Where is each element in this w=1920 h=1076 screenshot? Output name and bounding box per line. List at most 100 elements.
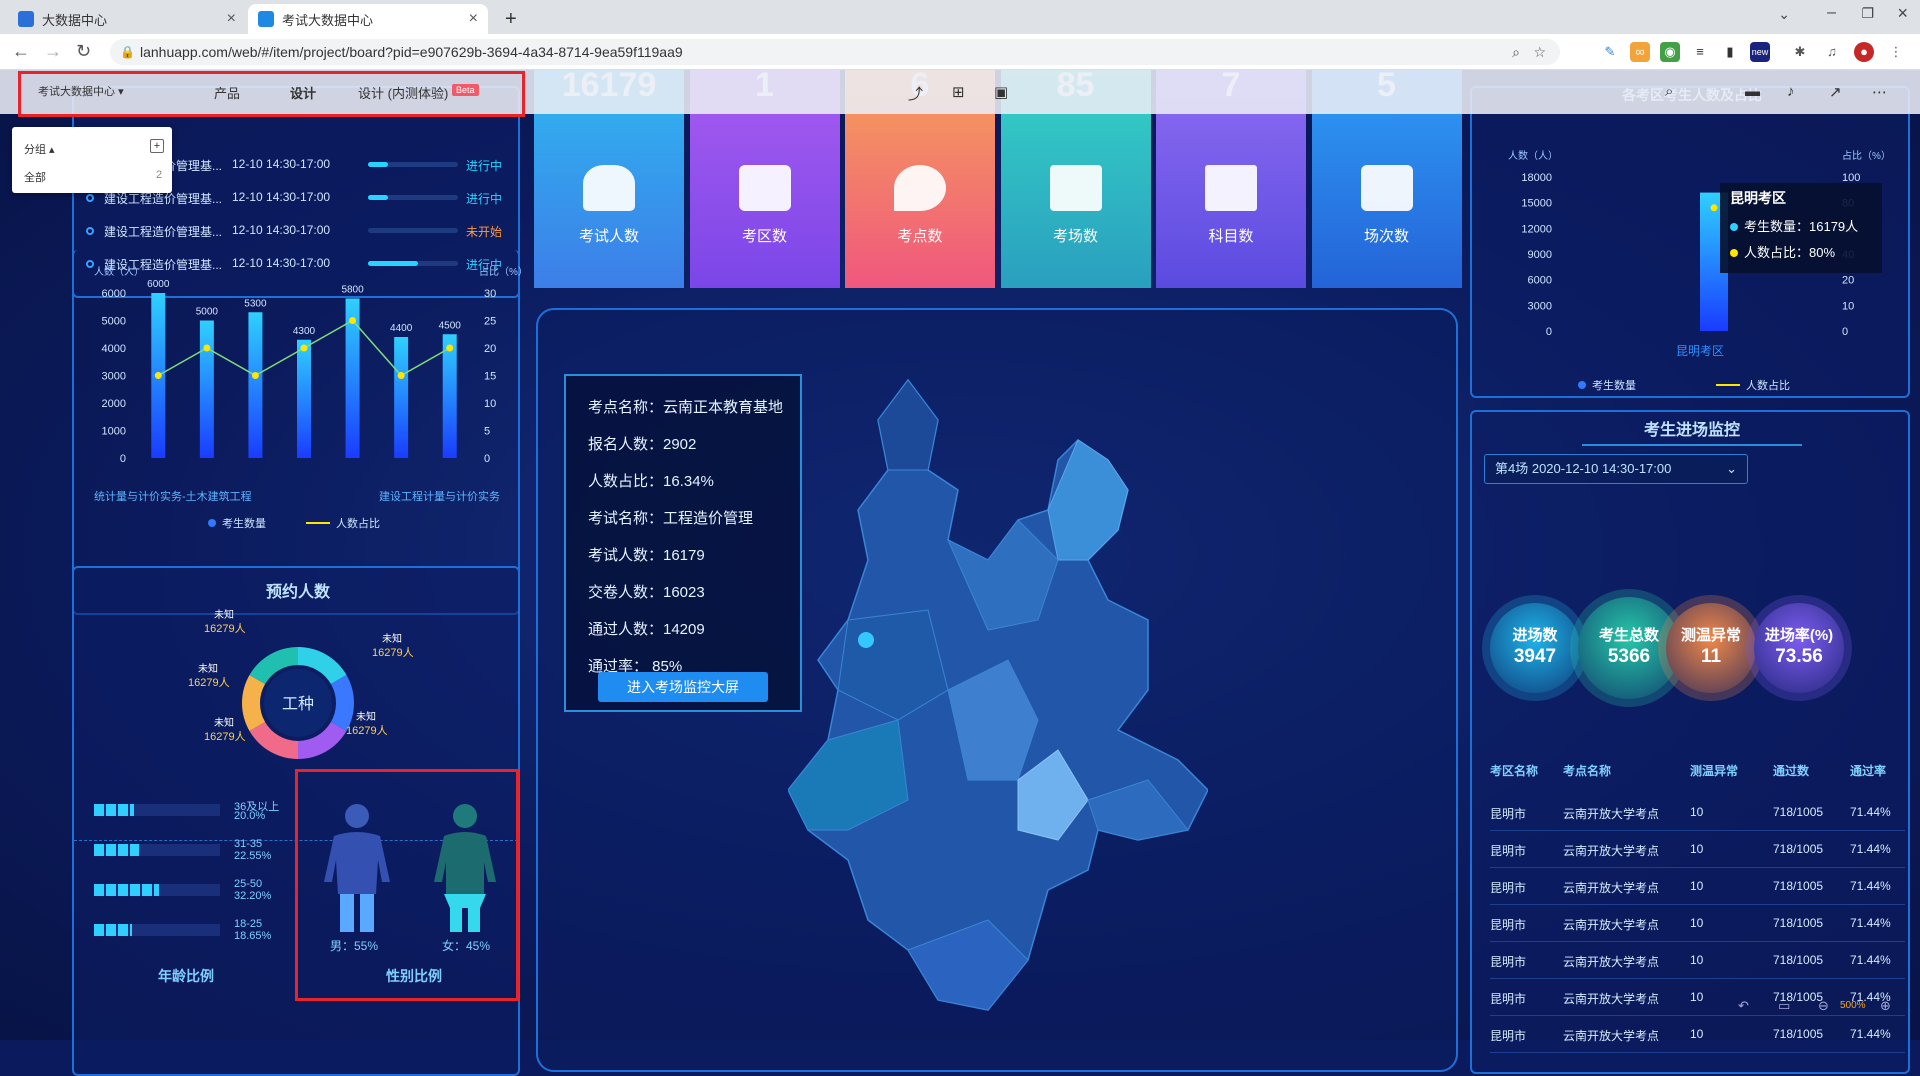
table-cell: 昆明市 xyxy=(1490,881,1527,895)
browser-tab[interactable]: 大数据中心 × xyxy=(8,4,246,34)
tab-search-icon[interactable]: ⌄ xyxy=(1778,6,1790,23)
bubble-value: 3947 xyxy=(1513,646,1557,667)
profile-avatar-icon[interactable]: ● xyxy=(1854,42,1874,62)
y-tick-label: 1000 xyxy=(102,426,126,438)
zoom-in-icon[interactable]: ⊕ xyxy=(1880,998,1891,1014)
extension-new-icon[interactable]: new xyxy=(1750,42,1770,62)
table-row: 昆明市 云南开放大学考点 10 718/1005 71.44% xyxy=(1490,868,1905,905)
session-select[interactable]: 第4场 2020-12-10 14:30-17:00 ⌄ xyxy=(1484,454,1748,484)
reserve-title: 预约人数 xyxy=(265,584,330,601)
table-cell: 71.44% xyxy=(1850,1027,1891,1041)
export-icon[interactable]: ↗ xyxy=(1829,83,1842,101)
schedule-time: 12-10 14:30-17:00 xyxy=(232,190,331,204)
stat-bubble: 进场数 3947 xyxy=(1490,603,1580,693)
schedule-name: 建设工程造价管理基... xyxy=(104,225,223,239)
info-line: 交卷人数：16023 xyxy=(588,584,705,601)
donut-label-value: 16279人 xyxy=(188,676,230,689)
age-bar-fill xyxy=(94,884,159,896)
legend-bar-icon xyxy=(208,519,216,527)
age-pct: 20.0% xyxy=(234,810,266,822)
enter-monitor-button[interactable]: 进入考场监控大屏 xyxy=(598,672,768,702)
zoom-out-icon[interactable]: ⊖ xyxy=(1818,998,1829,1014)
info-line: 报名人数：2902 xyxy=(588,436,697,453)
folder-icon[interactable]: ▬ xyxy=(1745,83,1760,100)
table-cell: 云南开放大学考点 xyxy=(1563,955,1660,969)
table-cell: 71.44% xyxy=(1850,842,1891,856)
tooltip-ratio: 人数占比：80% xyxy=(1744,245,1835,260)
search-icon[interactable]: ⌕ xyxy=(1665,83,1673,100)
bookmark-star-icon[interactable]: ☆ xyxy=(1533,39,1546,65)
stat-label: 科目数 xyxy=(1208,228,1254,245)
table-cell: 昆明市 xyxy=(1490,807,1527,821)
add-square-icon[interactable]: ⊞ xyxy=(952,83,965,101)
browser-tab-active[interactable]: 考试大数据中心 × xyxy=(248,4,488,34)
group-all[interactable]: 全部 xyxy=(24,169,46,185)
extension-list-icon[interactable]: ≡ xyxy=(1690,42,1710,62)
table-cell: 10 xyxy=(1690,805,1704,819)
group-label[interactable]: 分组 ▴ xyxy=(24,141,55,157)
gender-title: 性别比例 xyxy=(386,968,442,984)
legend-label: 人数占比 xyxy=(336,516,380,530)
donut-label-value: 16279人 xyxy=(372,646,414,659)
schedule-status: 进行中 xyxy=(466,159,503,173)
table-header: 考区名称 xyxy=(1490,764,1539,778)
share-link-icon[interactable]: ⤴ xyxy=(908,83,923,104)
new-tab-button[interactable]: + xyxy=(495,4,527,34)
keyboard-icon[interactable]: ▭ xyxy=(1778,998,1790,1014)
table-cell: 718/1005 xyxy=(1773,879,1824,893)
table-cell: 71.44% xyxy=(1850,916,1891,930)
zoom-icon[interactable]: ⌕ xyxy=(1512,39,1520,65)
bubble-label: 进场数 xyxy=(1512,627,1558,644)
reload-icon[interactable]: ↻ xyxy=(76,41,91,62)
add-group-icon[interactable]: + xyxy=(150,139,164,153)
age-pct: 18.65% xyxy=(234,930,272,942)
table-header: 通过率 xyxy=(1850,764,1887,778)
y2-tick-label: 10 xyxy=(484,398,496,410)
extension-infinity-icon[interactable]: ∞ xyxy=(1630,42,1650,62)
exam-bar-chart: 人数（人） 占比（%） 6000 30 5000 25 4000 20 3000 15 2000 10… xyxy=(94,265,528,530)
stat-bubble: 进场率(%) 73.56 xyxy=(1754,603,1844,693)
ratio-point xyxy=(397,372,405,379)
table-cell: 10 xyxy=(1690,1027,1704,1041)
tooltip-bar-icon xyxy=(1730,223,1738,231)
monitor-title: 考生进场监控 xyxy=(1582,416,1802,446)
dashboard: 建设工程造价管理基...12-10 14:30-17:00进行中建设工程造价管理… xyxy=(0,66,1920,1076)
donut-label-key: 未知 xyxy=(356,710,376,723)
table-cell: 10 xyxy=(1690,990,1704,1004)
ratio-point xyxy=(349,317,357,324)
forward-icon[interactable]: → xyxy=(44,41,62,62)
device-icon[interactable]: ▣ xyxy=(994,83,1008,101)
extensions-puzzle-icon[interactable]: ✱ xyxy=(1790,42,1810,62)
close-tab-icon[interactable]: × xyxy=(469,10,478,28)
age-bar-fill xyxy=(94,844,139,856)
more-icon[interactable]: ⋯ xyxy=(1872,83,1887,101)
legend-label: 考生数量 xyxy=(1592,378,1636,392)
ratio-point xyxy=(251,372,259,379)
female-ratio: 女：45% xyxy=(442,939,491,953)
table-cell: 云南开放大学考点 xyxy=(1563,1029,1660,1043)
close-tab-icon[interactable]: × xyxy=(227,10,236,28)
ratio-point xyxy=(446,344,454,352)
back-icon[interactable]: ← xyxy=(12,41,30,62)
extension-feather-icon[interactable]: ✎ xyxy=(1600,42,1620,62)
media-icon[interactable]: ♫ xyxy=(1822,42,1842,62)
legend-bar-icon xyxy=(1578,381,1586,389)
y2-tick-label: 100 xyxy=(1842,172,1860,184)
extension-bookmark-icon[interactable]: ▮ xyxy=(1720,42,1740,62)
zoom-level: 500% xyxy=(1840,1000,1866,1011)
table-row: 昆明市 云南开放大学考点 10 718/1005 71.44% xyxy=(1490,794,1905,831)
schedule-status: 进行中 xyxy=(466,192,503,206)
prev-icon[interactable]: ↶ xyxy=(1738,998,1749,1014)
table-cell: 718/1005 xyxy=(1773,953,1824,967)
browser-menu-icon[interactable]: ⋮ xyxy=(1886,42,1906,62)
close-window-icon[interactable]: × xyxy=(1897,3,1908,24)
donut-center-label: 工种 xyxy=(282,695,314,713)
url-field[interactable]: 🔒 lanhuapp.com/web/#/item/project/board?… xyxy=(110,39,1560,65)
restore-icon[interactable]: ❐ xyxy=(1861,5,1874,22)
extension-circle-icon[interactable]: ◉ xyxy=(1660,42,1680,62)
location-pin-icon[interactable] xyxy=(858,632,874,648)
bar xyxy=(199,320,214,458)
age-range: 25-50 xyxy=(234,878,263,890)
minimize-icon[interactable]: – xyxy=(1827,4,1836,22)
bell-icon[interactable]: ♪ xyxy=(1787,83,1795,100)
